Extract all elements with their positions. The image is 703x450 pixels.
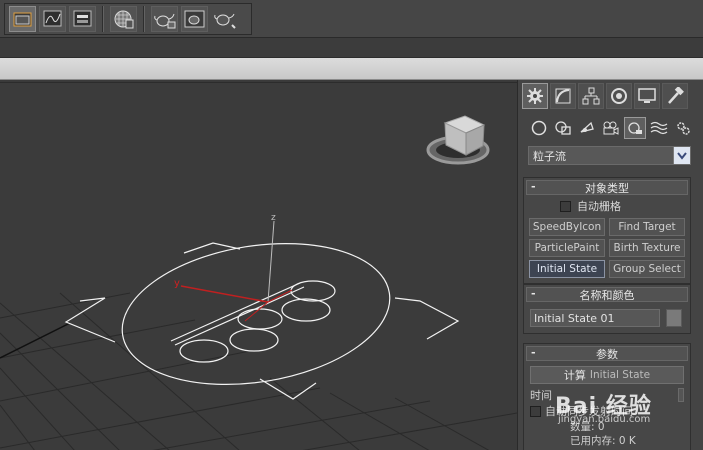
- command-panel-tabs: [522, 83, 688, 109]
- collapse-icon[interactable]: -: [531, 346, 536, 359]
- category-space-warps[interactable]: [648, 117, 670, 139]
- category-lights[interactable]: [576, 117, 598, 139]
- shapes-icon: [555, 121, 571, 135]
- category-helpers[interactable]: [624, 117, 646, 139]
- wave-icon: [650, 121, 668, 135]
- modify-icon: [555, 88, 571, 104]
- name-color-header[interactable]: - 名称和颜色: [526, 287, 688, 302]
- dropdown-value: 粒子流: [533, 149, 566, 163]
- create-icon: [527, 88, 543, 104]
- autogrid-label: 自动栅格: [577, 200, 621, 213]
- particlepaint-button[interactable]: ParticlePaint: [529, 239, 605, 257]
- tab-motion[interactable]: [606, 83, 632, 109]
- calculate-label: 计算: [563, 369, 586, 382]
- tab-display[interactable]: [634, 83, 660, 109]
- view-cube[interactable]: [426, 115, 490, 165]
- group-select-button[interactable]: Group Select: [609, 260, 685, 278]
- tab-modify[interactable]: [550, 83, 576, 109]
- toolbar-separator: [102, 6, 104, 32]
- collapse-icon[interactable]: -: [531, 287, 536, 300]
- watermark-url: jingyan.baidu.com: [558, 414, 651, 425]
- teapot-render-icon: [213, 13, 236, 29]
- ribbon-bar: [0, 58, 703, 80]
- curve-editor-icon: [43, 10, 61, 27]
- render-setup-button[interactable]: [69, 6, 96, 32]
- motion-icon: [611, 88, 627, 104]
- name-color-title: 名称和颜色: [579, 288, 635, 302]
- main-toolbar: [0, 0, 703, 38]
- autogrid-checkbox[interactable]: [560, 200, 571, 212]
- render-setup-icon: [73, 10, 91, 27]
- light-icon: [580, 121, 594, 133]
- time-spinner[interactable]: [678, 388, 684, 402]
- grid-axis-line: [0, 322, 71, 359]
- calculate-button[interactable]: 计算 Initial State: [530, 366, 684, 384]
- tab-create[interactable]: [522, 83, 548, 109]
- name-color-rollout: - 名称和颜色 Initial State 01: [523, 284, 691, 334]
- viewport-canvas[interactable]: z y: [0, 83, 517, 450]
- material-editor-button[interactable]: [110, 6, 137, 32]
- render-production-button[interactable]: [181, 6, 208, 32]
- tab-utilities[interactable]: [662, 83, 688, 109]
- material-editor-icon: [114, 10, 133, 29]
- category-shapes[interactable]: [552, 117, 574, 139]
- teapot-frame-icon: [184, 10, 204, 28]
- scene-explorer-icon: [13, 12, 31, 27]
- axis-y-label: y: [174, 278, 180, 289]
- object-type-title: 对象类型: [585, 181, 629, 195]
- ground-grid: [0, 292, 517, 450]
- parameters-title: 参数: [596, 347, 618, 361]
- calculate-target: Initial State: [589, 369, 651, 381]
- perspective-viewport[interactable]: z y: [0, 82, 517, 450]
- tab-hierarchy[interactable]: [578, 83, 604, 109]
- autogrid-row[interactable]: 自动栅格: [524, 198, 690, 214]
- create-categories: [528, 117, 694, 139]
- collapse-icon[interactable]: -: [531, 180, 536, 193]
- axis-z-label: z: [271, 213, 276, 223]
- hierarchy-icon: [582, 87, 600, 105]
- toolbar-group: [4, 3, 252, 35]
- time-label: 时间: [530, 389, 552, 402]
- render-active-button[interactable]: [211, 6, 238, 32]
- object-color-swatch[interactable]: [666, 309, 682, 327]
- memory-used: 已用内存: 0 K: [570, 435, 636, 447]
- helper-tape-icon: [628, 122, 642, 134]
- sphere-icon: [531, 120, 547, 136]
- toolbar-separator: [143, 6, 145, 32]
- speedbyicon-button[interactable]: SpeedByIcon: [529, 218, 605, 236]
- initial-state-button[interactable]: Initial State: [529, 260, 605, 278]
- category-geometry[interactable]: [528, 117, 550, 139]
- camera-icon: [603, 121, 619, 135]
- object-type-buttons: SpeedByIcon Find Target ParticlePaint Bi…: [524, 214, 690, 283]
- parameters-header[interactable]: - 参数: [526, 346, 688, 361]
- object-type-rollout: - 对象类型 自动栅格 SpeedByIcon Find Target Part…: [523, 177, 691, 284]
- find-target-button[interactable]: Find Target: [609, 218, 685, 236]
- subcategory-dropdown[interactable]: 粒子流: [528, 146, 691, 165]
- display-icon: [638, 88, 656, 103]
- ribbon-strip: [0, 38, 703, 58]
- teapot-icon: [153, 13, 175, 29]
- gears-icon: [677, 122, 690, 135]
- hammer-icon: [668, 87, 684, 104]
- name-row: Initial State 01: [524, 304, 690, 333]
- category-systems[interactable]: [672, 117, 694, 139]
- transform-axes: z y: [174, 213, 293, 322]
- curve-editor-button[interactable]: [39, 6, 66, 32]
- sync-checkbox[interactable]: [530, 405, 541, 417]
- render-frame-button[interactable]: [151, 6, 178, 32]
- object-name-field[interactable]: Initial State 01: [530, 309, 660, 327]
- scene-explorer-button[interactable]: [9, 6, 36, 32]
- object-type-header[interactable]: - 对象类型: [526, 180, 688, 195]
- category-cameras[interactable]: [600, 117, 622, 139]
- birth-texture-button[interactable]: Birth Texture: [609, 239, 685, 257]
- chevron-down-icon[interactable]: [673, 147, 690, 164]
